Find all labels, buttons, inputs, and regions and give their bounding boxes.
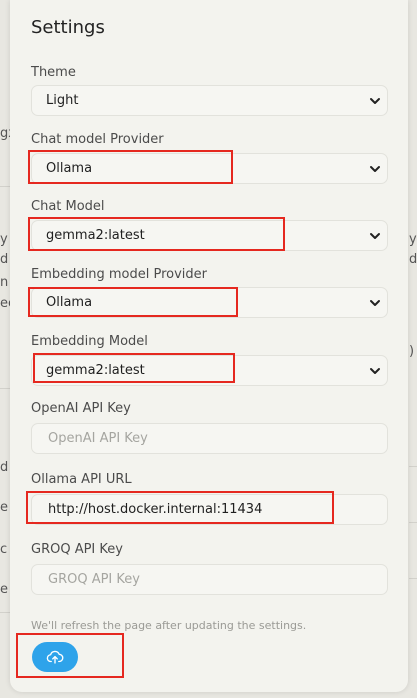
chat-provider-value: Ollama [46,161,93,176]
openai-key-field [31,423,388,454]
ollama-url-field [31,494,388,525]
settings-panel: Settings Theme Light Chat model Provider… [10,0,408,692]
bg-text-fragment: d [0,252,9,267]
chevron-down-icon [370,368,380,374]
chat-model-value: gemma2:latest [46,228,145,243]
bg-text-fragment: c [0,542,8,557]
embedding-provider-label: Embedding model Provider [31,267,208,282]
openai-key-label: OpenAI API Key [31,401,131,416]
chevron-down-icon [370,166,380,172]
theme-value: Light [46,93,79,108]
chat-model-select[interactable]: gemma2:latest [31,220,388,251]
bg-divider [409,522,417,523]
theme-label: Theme [31,65,76,80]
embedding-provider-select[interactable]: Ollama [31,287,388,318]
save-settings-button[interactable] [32,642,78,672]
chat-model-label: Chat Model [31,199,105,214]
embedding-model-select[interactable]: gemma2:latest [31,355,388,386]
bg-text-fragment: y [409,232,417,247]
chevron-down-icon [370,98,380,104]
bg-divider [0,612,10,613]
chevron-down-icon [370,300,380,306]
bg-text-fragment: y [0,232,8,247]
ollama-url-input[interactable] [46,501,387,518]
groq-key-label: GROQ API Key [31,542,123,557]
chevron-down-icon [370,233,380,239]
bg-text-fragment: e [0,500,8,515]
bg-text-fragment: d [0,460,9,475]
openai-key-input[interactable] [46,430,387,447]
chat-provider-label: Chat model Provider [31,132,164,147]
bg-text-fragment: ) [409,344,415,359]
groq-key-field [31,564,388,595]
chat-provider-select[interactable]: Ollama [31,153,388,184]
embedding-model-label: Embedding Model [31,334,148,349]
theme-select[interactable]: Light [31,85,388,116]
bg-text-fragment: d [409,252,417,267]
bg-divider [409,466,417,467]
bg-text-fragment: e [0,582,8,597]
bg-divider [0,186,10,187]
cloud-upload-icon [46,650,64,664]
settings-title: Settings [31,17,105,38]
embedding-provider-value: Ollama [46,295,93,310]
ollama-url-label: Ollama API URL [31,472,132,487]
bg-text-fragment: n [0,275,9,290]
refresh-note: We'll refresh the page after updating th… [31,619,307,632]
bg-divider [0,388,10,389]
groq-key-input[interactable] [46,571,387,588]
embedding-model-value: gemma2:latest [46,363,145,378]
bg-divider [409,578,417,579]
